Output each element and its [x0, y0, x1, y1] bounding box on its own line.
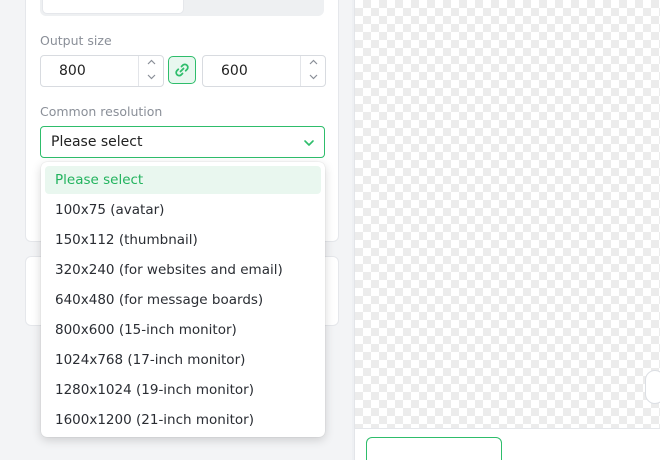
height-stepper[interactable]: [300, 56, 325, 86]
dropdown-option-1280x1024[interactable]: 1280x1024 (19-inch monitor): [45, 376, 321, 404]
link-icon: [175, 63, 189, 77]
width-decrement-button[interactable]: [139, 71, 163, 86]
dropdown-option-please-select[interactable]: Please select: [45, 166, 321, 194]
chevron-up-icon: [309, 59, 317, 65]
width-input[interactable]: 800: [40, 55, 164, 87]
app-window: Output size 800 600 Common resolution Pl…: [0, 0, 660, 460]
height-increment-button[interactable]: [301, 56, 325, 71]
dropdown-option-320x240[interactable]: 320x240 (for websites and email): [45, 256, 321, 284]
resolution-dropdown-menu: Please select 100x75 (avatar) 150x112 (t…: [41, 162, 325, 437]
common-resolution-label: Common resolution: [40, 104, 163, 119]
width-value: 800: [59, 63, 86, 79]
dropdown-option-100x75[interactable]: 100x75 (avatar): [45, 196, 321, 224]
width-increment-button[interactable]: [139, 56, 163, 71]
image-preview-canvas: [354, 0, 660, 428]
primary-action-button[interactable]: [366, 437, 502, 460]
width-stepper[interactable]: [138, 56, 163, 86]
mode-toggle[interactable]: [40, 0, 324, 16]
height-input[interactable]: 600: [202, 55, 326, 87]
dropdown-option-1600x1200[interactable]: 1600x1200 (21-inch monitor): [45, 406, 321, 434]
chevron-up-icon: [147, 59, 155, 65]
dropdown-option-150x112[interactable]: 150x112 (thumbnail): [45, 226, 321, 254]
output-size-label: Output size: [40, 33, 112, 48]
height-decrement-button[interactable]: [301, 71, 325, 86]
common-resolution-select[interactable]: Please select: [40, 126, 325, 158]
chevron-down-icon: [304, 140, 314, 146]
dropdown-option-1024x768[interactable]: 1024x768 (17-inch monitor): [45, 346, 321, 374]
dropdown-option-800x600[interactable]: 800x600 (15-inch monitor): [45, 316, 321, 344]
mode-toggle-knob[interactable]: [42, 0, 184, 14]
aspect-lock-button[interactable]: [168, 56, 196, 84]
height-value: 600: [221, 63, 248, 79]
common-resolution-selected: Please select: [51, 134, 143, 150]
dropdown-option-640x480[interactable]: 640x480 (for message boards): [45, 286, 321, 314]
chevron-down-icon: [147, 74, 155, 80]
side-panel-handle[interactable]: [645, 370, 660, 404]
chevron-down-icon: [309, 74, 317, 80]
